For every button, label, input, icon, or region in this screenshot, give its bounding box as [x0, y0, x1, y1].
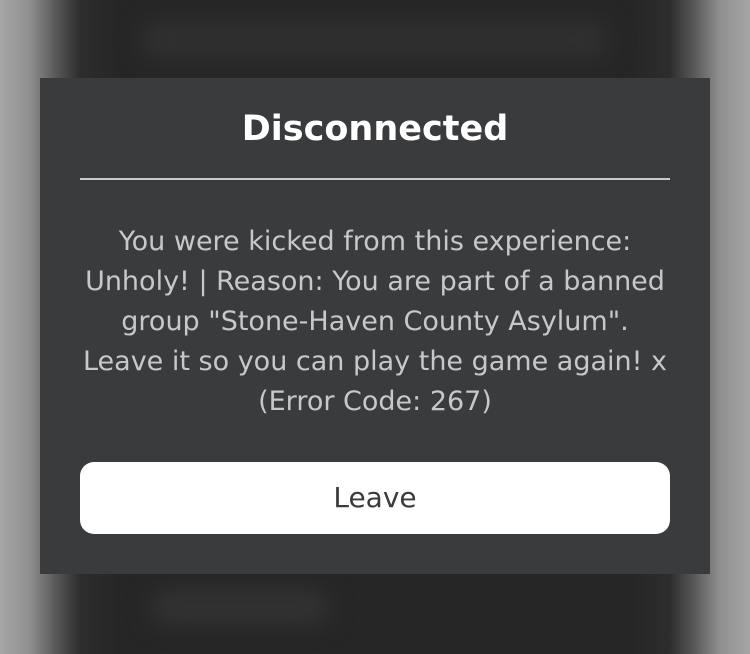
- error-message: You were kicked from this experience: Unh…: [80, 222, 670, 422]
- error-code-line: (Error Code: 267): [258, 386, 492, 417]
- error-message-line: group "Stone-Haven County Asylum".: [121, 306, 629, 337]
- error-message-line: Leave it so you can play the game again!…: [82, 346, 668, 377]
- error-message-line: Unholy! | Reason: You are part of a bann…: [85, 266, 665, 297]
- leave-button[interactable]: Leave: [80, 462, 670, 534]
- title-divider: [80, 178, 670, 180]
- dialog-title: Disconnected: [241, 109, 509, 149]
- error-message-line: You were kicked from this experience:: [118, 226, 632, 257]
